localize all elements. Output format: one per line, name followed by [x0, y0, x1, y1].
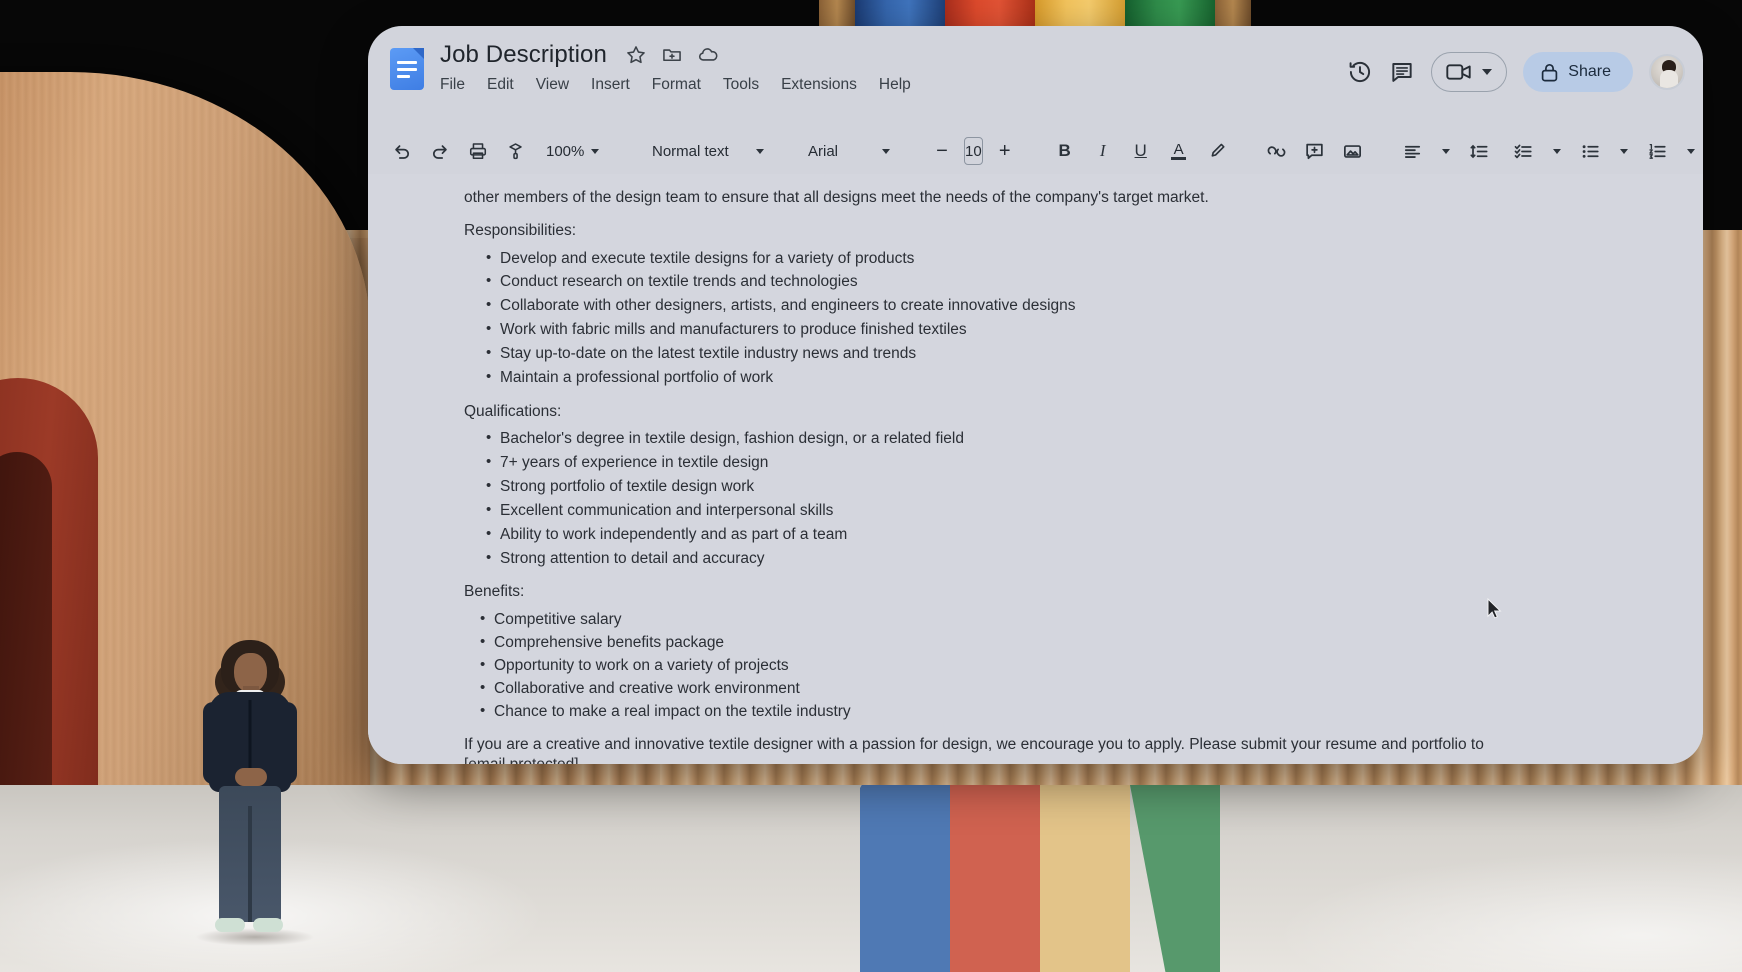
- header-actions: Share: [1347, 52, 1685, 92]
- list-item: Strong attention to detail and accuracy: [486, 548, 1607, 569]
- font-family-value: Arial: [808, 142, 839, 160]
- presentation-stage: Job Description File Edit View Insert Fo…: [0, 0, 1742, 972]
- chevron-down-icon[interactable]: [1686, 148, 1695, 154]
- text-color-letter: A: [1173, 140, 1184, 158]
- video-camera-icon: [1446, 62, 1472, 82]
- user-avatar[interactable]: [1649, 54, 1685, 90]
- italic-button[interactable]: I: [1087, 135, 1119, 167]
- undo-icon[interactable]: [386, 135, 418, 167]
- list-item: Bachelor's degree in textile design, fas…: [486, 428, 1607, 449]
- list-item: Stay up-to-date on the latest textile in…: [486, 343, 1607, 364]
- list-item: Conduct research on textile trends and t…: [486, 271, 1607, 292]
- document-title[interactable]: Job Description: [440, 41, 607, 69]
- google-docs-icon: [390, 48, 424, 90]
- mouse-pointer: [1487, 597, 1503, 620]
- doc-intro-fragment: other members of the design team to ensu…: [464, 189, 1209, 206]
- chevron-down-icon: [882, 148, 890, 154]
- font-family-selector[interactable]: Arial: [800, 136, 898, 166]
- document-body[interactable]: other members of the design team to ensu…: [368, 174, 1703, 764]
- paragraph-style-value: Normal text: [652, 142, 729, 160]
- meet-call-button[interactable]: [1431, 52, 1508, 92]
- menu-item-extensions[interactable]: Extensions: [781, 76, 857, 94]
- list-item: Competitive salary: [480, 609, 1607, 630]
- cloud-saved-icon[interactable]: [697, 44, 719, 66]
- lock-icon: [1541, 63, 1558, 82]
- text-color-button[interactable]: A: [1163, 135, 1195, 167]
- menu-item-file[interactable]: File: [440, 76, 465, 94]
- comment-history-icon[interactable]: [1389, 59, 1415, 85]
- chevron-down-icon: [1482, 69, 1493, 75]
- menu-item-tools[interactable]: Tools: [723, 76, 759, 94]
- decrease-font-size-button[interactable]: −: [926, 135, 958, 167]
- spell-check-icon[interactable]: [500, 135, 532, 167]
- list-item: 7+ years of experience in textile design: [486, 452, 1607, 473]
- list-item: Comprehensive benefits package: [480, 632, 1607, 653]
- list-item: Collaborative and creative work environm…: [480, 678, 1607, 699]
- bulleted-list-icon[interactable]: [1575, 135, 1607, 167]
- highlight-pen-icon[interactable]: [1201, 135, 1233, 167]
- doc-heading-qualifications: Qualifications:: [464, 402, 562, 420]
- doc-list-qualifications: Bachelor's degree in textile design, fas…: [464, 428, 1607, 569]
- zoom-value: 100%: [546, 142, 585, 160]
- bold-button[interactable]: B: [1049, 135, 1081, 167]
- chevron-down-icon: [756, 148, 764, 154]
- google-docs-window: Job Description File Edit View Insert Fo…: [368, 26, 1703, 764]
- list-item: Ability to work independently and as par…: [486, 524, 1607, 545]
- chevron-down-icon[interactable]: [1619, 148, 1628, 154]
- formatting-toolbar: 100% Normal text Arial − 10 + B I U A: [368, 128, 1703, 174]
- numbered-list-icon[interactable]: [1642, 135, 1674, 167]
- presenter-figure: [195, 640, 315, 946]
- menu-item-view[interactable]: View: [536, 76, 569, 94]
- list-item: Maintain a professional portfolio of wor…: [486, 367, 1607, 388]
- list-item: Excellent communication and interpersona…: [486, 500, 1607, 521]
- share-button-label: Share: [1568, 63, 1611, 80]
- menu-item-edit[interactable]: Edit: [487, 76, 514, 94]
- redo-icon[interactable]: [424, 135, 456, 167]
- doc-heading-benefits: Benefits:: [464, 583, 525, 601]
- list-item: Opportunity to work on a variety of proj…: [480, 655, 1607, 676]
- list-item: Develop and execute textile designs for …: [486, 248, 1607, 269]
- zoom-selector[interactable]: 100%: [538, 136, 616, 166]
- doc-list-benefits: Competitive salary Comprehensive benefit…: [464, 609, 1607, 722]
- line-spacing-icon[interactable]: [1464, 135, 1496, 167]
- move-to-folder-icon[interactable]: [661, 44, 683, 66]
- docs-header: Job Description File Edit View Insert Fo…: [368, 26, 1703, 128]
- menu-item-format[interactable]: Format: [652, 76, 701, 94]
- insert-image-icon[interactable]: [1337, 135, 1369, 167]
- underline-button[interactable]: U: [1125, 135, 1157, 167]
- menu-item-help[interactable]: Help: [879, 76, 911, 94]
- font-size-input[interactable]: 10: [964, 137, 983, 165]
- star-icon[interactable]: [625, 44, 647, 66]
- menu-item-insert[interactable]: Insert: [591, 76, 630, 94]
- share-button[interactable]: Share: [1523, 52, 1633, 92]
- chevron-down-icon: [591, 148, 600, 154]
- paragraph-style-selector[interactable]: Normal text: [644, 136, 772, 166]
- chevron-down-icon[interactable]: [1552, 148, 1561, 154]
- version-history-icon[interactable]: [1347, 59, 1373, 85]
- print-icon[interactable]: [462, 135, 494, 167]
- increase-font-size-button[interactable]: +: [989, 135, 1021, 167]
- doc-heading-responsibilities: Responsibilities:: [464, 221, 576, 239]
- doc-closing-paragraph: If you are a creative and innovative tex…: [464, 736, 1484, 764]
- list-item: Collaborate with other designers, artist…: [486, 295, 1607, 316]
- list-item: Strong portfolio of textile design work: [486, 476, 1607, 497]
- doc-list-responsibilities: Develop and execute textile designs for …: [464, 248, 1607, 388]
- list-item: Chance to make a real impact on the text…: [480, 701, 1607, 722]
- chevron-down-icon[interactable]: [1441, 148, 1450, 154]
- checklist-icon[interactable]: [1508, 135, 1540, 167]
- align-left-icon[interactable]: [1397, 135, 1429, 167]
- add-comment-icon[interactable]: [1299, 135, 1331, 167]
- list-item: Work with fabric mills and manufacturers…: [486, 319, 1607, 340]
- insert-link-icon[interactable]: [1261, 135, 1293, 167]
